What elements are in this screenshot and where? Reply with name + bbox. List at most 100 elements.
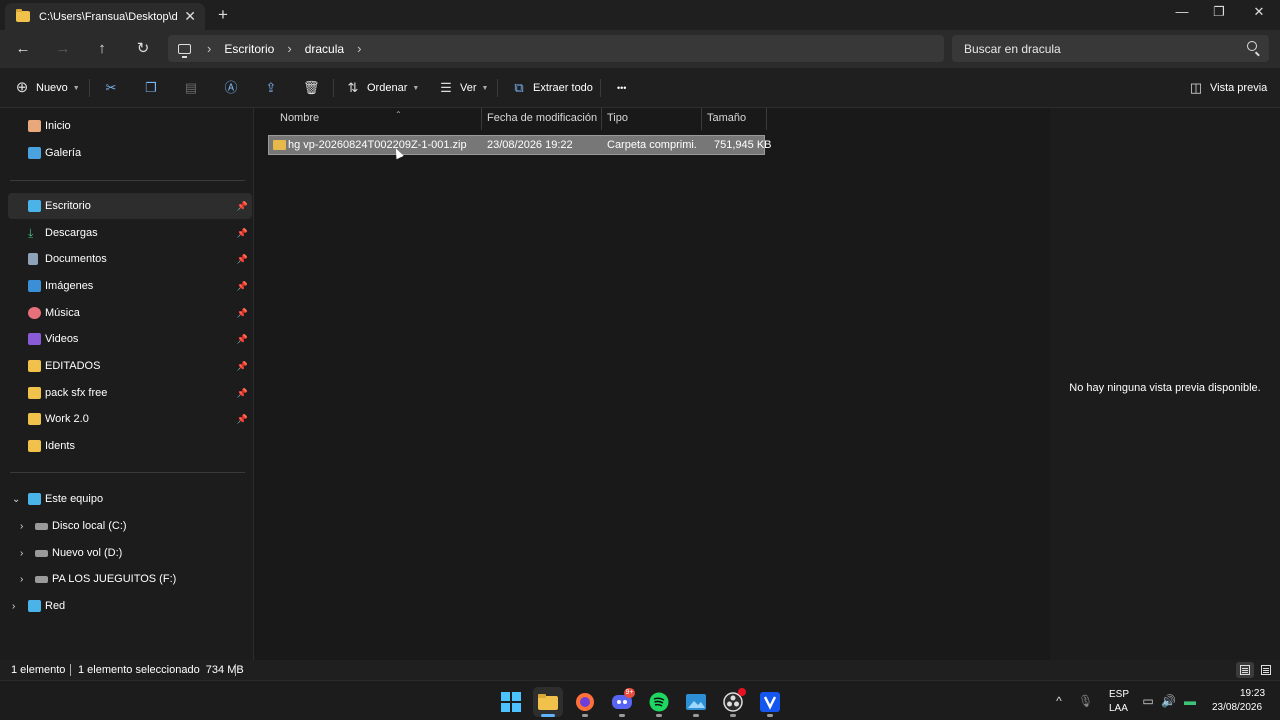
language-indicator[interactable]: ESP — [1109, 689, 1129, 700]
navigation-pane: Inicio Galería Escritorio 📌 ⤓ Descargas … — [0, 108, 254, 660]
column-header-name[interactable]: ⌃ Nombre — [275, 108, 482, 130]
extract-icon: ⧉ — [514, 80, 524, 95]
address-bar[interactable]: › Escritorio › dracula › — [168, 35, 944, 62]
column-header-size[interactable]: Tamaño — [702, 108, 767, 130]
tab-close-button[interactable]: ✕ — [184, 8, 196, 25]
chevron-up-icon[interactable]: ^ — [1052, 694, 1066, 708]
refresh-button[interactable]: ↻ — [133, 39, 153, 59]
trash-icon: 🗑 — [303, 80, 320, 95]
sidebar-item-drive-c[interactable]: › Disco local (C:) — [8, 513, 252, 539]
search-input[interactable]: Buscar en dracula — [952, 35, 1269, 62]
forward-button[interactable]: → — [53, 39, 73, 59]
taskbar-obs[interactable] — [718, 687, 748, 717]
drive-icon — [35, 575, 48, 583]
taskbar-discord[interactable]: 9+ — [607, 687, 637, 717]
chevron-down-icon: ▼ — [412, 84, 420, 92]
breadcrumb-dracula[interactable]: dracula — [305, 42, 344, 56]
column-header-modified[interactable]: Fecha de modificación — [482, 108, 602, 130]
sort-button[interactable]: ⇅ Ordenar ▼ — [345, 78, 420, 98]
maximize-button[interactable]: ❐ — [1209, 4, 1229, 20]
sidebar-item-label: Work 2.0 — [45, 413, 89, 425]
sidebar-item-gallery[interactable]: Galería — [8, 140, 252, 166]
column-header-type[interactable]: Tipo — [602, 108, 702, 130]
pin-icon[interactable]: 📌 — [237, 254, 248, 265]
tiles-view-button[interactable] — [1257, 662, 1275, 678]
display-icon[interactable]: ▭ — [1141, 694, 1155, 708]
pin-icon[interactable]: 📌 — [237, 414, 248, 425]
sidebar-item-drive-d[interactable]: › Nuevo vol (D:) — [8, 540, 252, 566]
pin-icon[interactable]: 📌 — [237, 201, 248, 212]
share-button[interactable]: ⇪ — [263, 78, 279, 98]
chevron-right-icon[interactable]: › — [207, 41, 211, 56]
extract-all-button[interactable]: ⧉ Extraer todo — [511, 78, 593, 98]
details-view-button[interactable] — [1236, 662, 1254, 678]
delete-button[interactable]: 🗑 — [303, 78, 320, 98]
firefox-icon — [576, 693, 594, 711]
sidebar-item-musica[interactable]: Música 📌 — [8, 300, 252, 326]
sidebar-item-descargas[interactable]: ⤓ Descargas 📌 — [8, 220, 252, 246]
sidebar-item-this-pc[interactable]: ⌄ Este equipo — [8, 486, 252, 512]
chevron-right-icon[interactable]: › — [287, 41, 291, 56]
keyboard-layout-indicator[interactable]: LAA — [1109, 703, 1128, 714]
sidebar-item-home[interactable]: Inicio — [8, 113, 252, 139]
pin-icon[interactable]: 📌 — [237, 361, 248, 372]
microphone-icon[interactable]: 🎙 — [1078, 694, 1093, 708]
toolbar-divider — [89, 79, 90, 97]
more-options-button[interactable]: ••• — [617, 78, 626, 98]
back-button[interactable]: ← — [13, 39, 33, 59]
new-button[interactable]: ⊕ Nuevo ▼ — [14, 78, 80, 98]
breadcrumb-escritorio[interactable]: Escritorio — [224, 42, 274, 56]
clock-date[interactable]: 23/08/2026 — [1212, 702, 1262, 713]
list-view-icon: ☰ — [440, 80, 452, 95]
sidebar-item-label: PA LOS JUEGUITOS (F:) — [52, 573, 177, 585]
sidebar-item-work-2[interactable]: Work 2.0 📌 — [8, 406, 252, 432]
paste-button[interactable]: ▤ — [183, 78, 199, 98]
pin-icon[interactable]: 📌 — [237, 334, 248, 345]
start-button[interactable] — [496, 687, 526, 717]
taskbar-file-explorer[interactable] — [533, 687, 563, 717]
chevron-right-icon[interactable]: › — [20, 521, 23, 532]
music-icon — [28, 307, 41, 319]
taskbar-vegas[interactable] — [755, 687, 785, 717]
cut-button[interactable]: ✂ — [103, 78, 119, 98]
running-indicator — [656, 714, 662, 717]
new-tab-button[interactable]: + — [218, 5, 228, 25]
taskbar-photos[interactable] — [681, 687, 711, 717]
pictures-icon — [28, 280, 41, 292]
view-button[interactable]: ☰ Ver ▼ — [438, 78, 488, 98]
sidebar-item-documentos[interactable]: Documentos 📌 — [8, 246, 252, 272]
taskbar-firefox[interactable] — [570, 687, 600, 717]
pin-icon[interactable]: 📌 — [237, 388, 248, 399]
rename-button[interactable]: Ⓐ — [223, 78, 239, 98]
preview-pane-button[interactable]: ◫ Vista previa — [1188, 78, 1267, 98]
clock-time[interactable]: 19:23 — [1240, 688, 1265, 699]
pin-icon[interactable]: 📌 — [237, 228, 248, 239]
pin-icon[interactable]: 📌 — [237, 308, 248, 319]
sidebar-item-network[interactable]: › Red — [8, 593, 252, 619]
chevron-right-icon[interactable]: › — [20, 548, 23, 559]
taskbar-spotify[interactable] — [644, 687, 674, 717]
sidebar-item-escritorio[interactable]: Escritorio 📌 — [8, 193, 252, 219]
file-row[interactable]: hg vp-20260824T002209Z-1-001.zip 23/08/2… — [268, 135, 772, 155]
copy-button[interactable]: ❐ — [143, 78, 159, 98]
up-button[interactable]: ↑ — [92, 39, 112, 59]
volume-icon[interactable]: 🔊 — [1161, 694, 1176, 708]
sidebar-item-imagenes[interactable]: Imágenes 📌 — [8, 273, 252, 299]
chevron-right-icon[interactable]: › — [20, 574, 23, 585]
sidebar-item-videos[interactable]: Videos 📌 — [8, 326, 252, 352]
sidebar-item-idents[interactable]: Idents — [8, 433, 252, 459]
chevron-down-icon[interactable]: ⌄ — [12, 494, 20, 505]
pin-icon[interactable]: 📌 — [237, 281, 248, 292]
sidebar-item-pack-sfx-free[interactable]: pack sfx free 📌 — [8, 380, 252, 406]
explorer-tab[interactable]: C:\Users\Fransua\Desktop\dra ✕ — [5, 3, 205, 30]
chevron-right-icon[interactable]: › — [357, 41, 361, 56]
sidebar-item-drive-f[interactable]: › PA LOS JUEGUITOS (F:) — [8, 566, 252, 592]
title-bar: C:\Users\Fransua\Desktop\dra ✕ + — ❐ ✕ — [0, 0, 1280, 30]
battery-charging-icon[interactable]: ▬ — [1183, 694, 1197, 708]
file-modified: 23/08/2026 19:22 — [487, 139, 573, 151]
chevron-right-icon[interactable]: › — [12, 601, 15, 612]
close-window-button[interactable]: ✕ — [1249, 4, 1269, 20]
sidebar-item-label: Escritorio — [45, 200, 91, 212]
minimize-button[interactable]: — — [1172, 4, 1192, 19]
sidebar-item-editados[interactable]: EDITADOS 📌 — [8, 353, 252, 379]
